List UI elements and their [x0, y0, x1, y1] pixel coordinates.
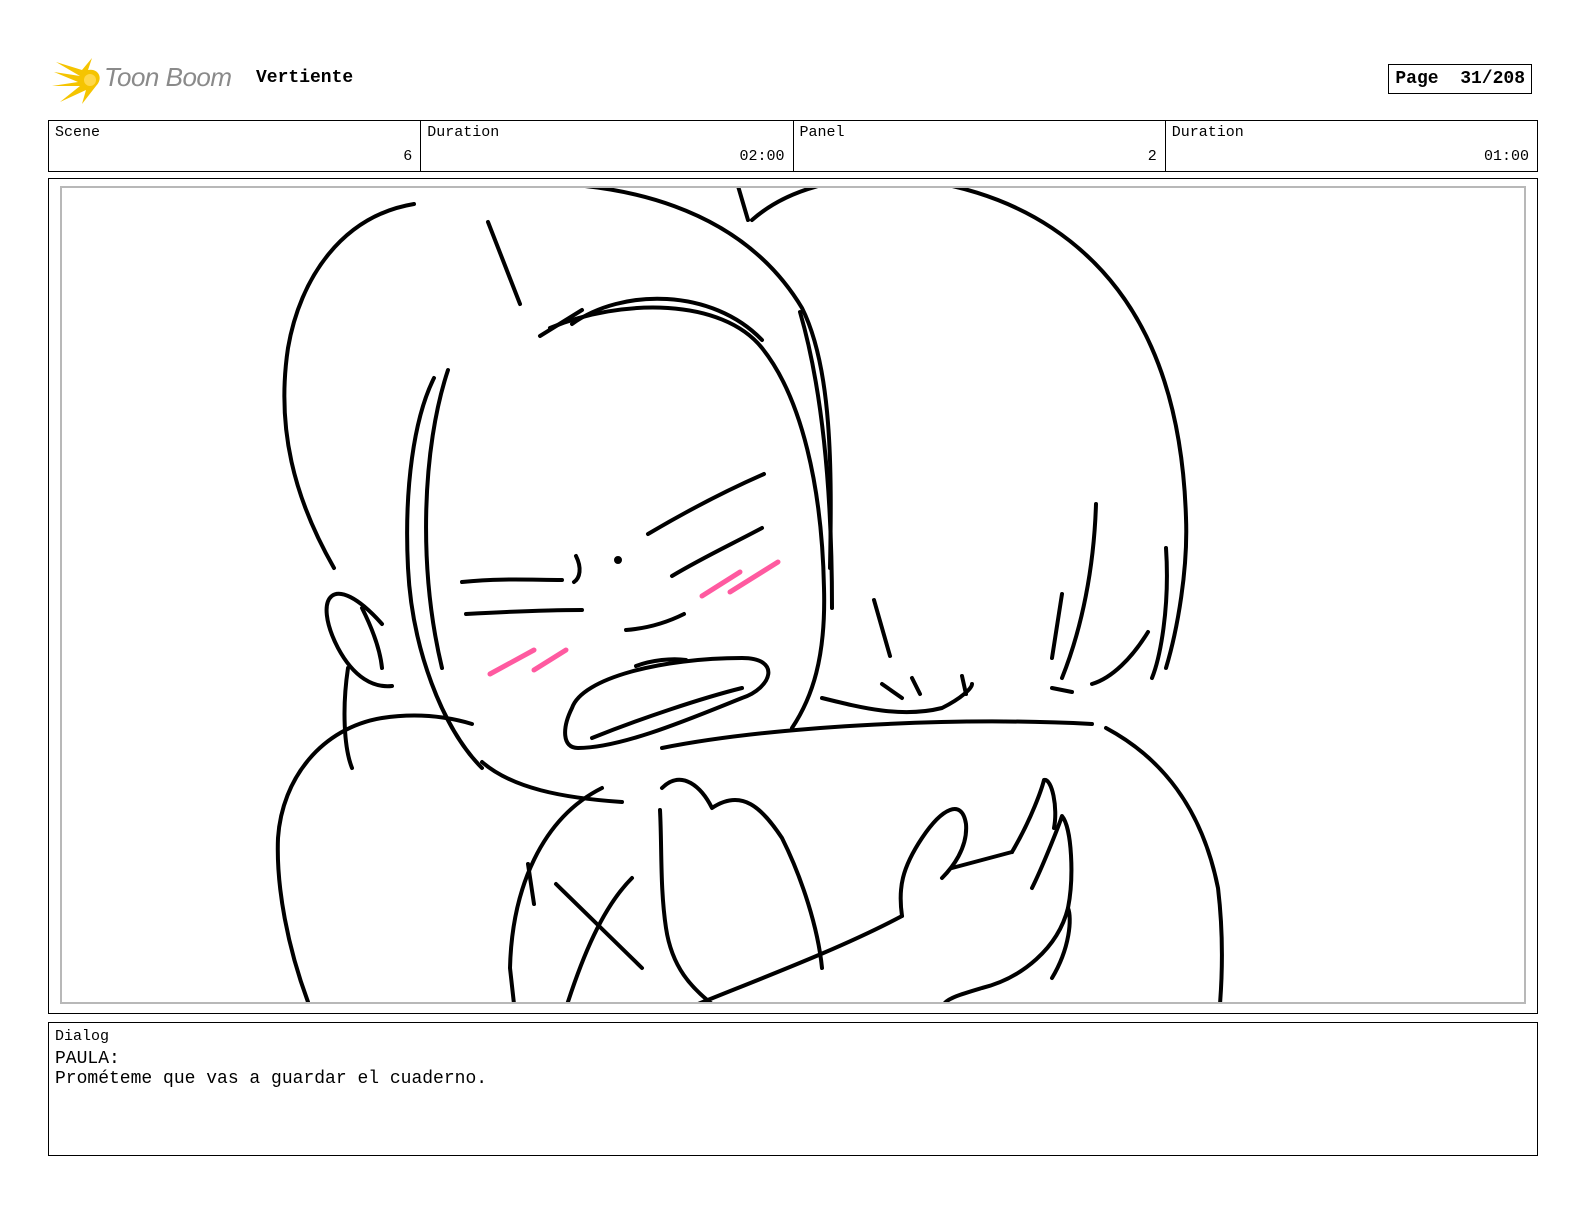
panel-cell: Panel 2: [794, 121, 1166, 171]
dialog-line: Prométeme que vas a guardar el cuaderno.: [55, 1069, 488, 1089]
scene-duration-label: Duration: [427, 124, 500, 141]
toon-boom-logo: Toon Boom: [52, 56, 242, 106]
project-title: Vertiente: [256, 68, 354, 88]
burst-icon: [52, 58, 100, 104]
dialog-speaker: PAULA:: [55, 1049, 120, 1069]
brand-name: Toon Boom: [104, 62, 232, 92]
page-label: Page: [1395, 69, 1439, 89]
scene-duration-value: 02:00: [739, 148, 785, 165]
scene-label: Scene: [55, 124, 101, 141]
panel-duration-cell: Duration 01:00: [1166, 121, 1537, 171]
page-number: 31/208: [1460, 69, 1525, 89]
scene-cell: Scene 6: [49, 121, 422, 171]
panel-drawing-area: [60, 186, 1526, 1004]
panel-duration-label: Duration: [1171, 124, 1244, 141]
panel-label: Panel: [799, 124, 845, 141]
storyboard-panel: [48, 178, 1538, 1014]
panel-value: 2: [1147, 148, 1157, 165]
page-indicator: Page 31/208: [1388, 64, 1532, 94]
hug-sketch-drawing: [275, 188, 1224, 1002]
storyboard-header: Toon Boom Vertiente Page 31/208: [52, 54, 1532, 108]
panel-info-row: Scene 6 Duration 02:00 Panel 2 Duration …: [48, 120, 1538, 172]
panel-duration-value: 01:00: [1483, 148, 1529, 165]
scene-value: 6: [403, 148, 413, 165]
dialog-box: Dialog PAULA: Prométeme que vas a guarda…: [48, 1022, 1538, 1156]
scene-duration-cell: Duration 02:00: [421, 121, 794, 171]
dialog-label: Dialog: [55, 1028, 110, 1045]
